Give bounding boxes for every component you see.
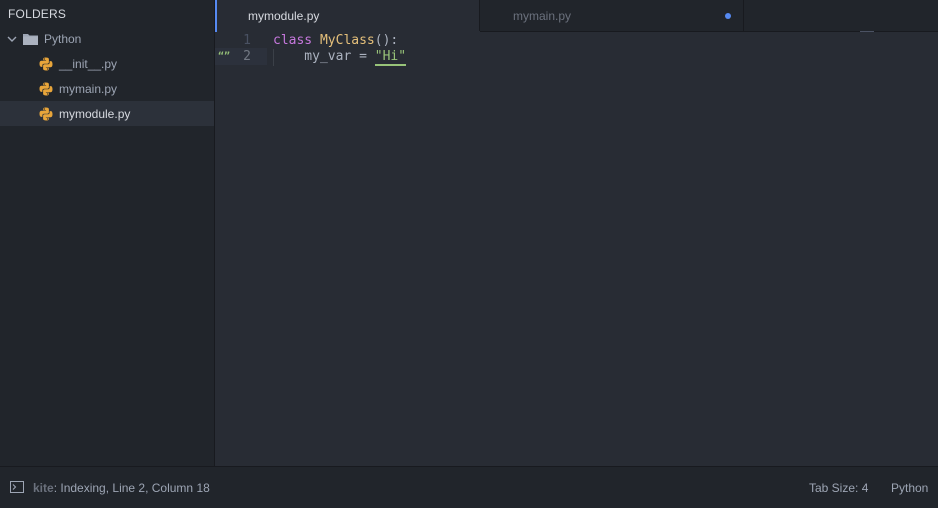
class-name-token: MyClass (319, 33, 375, 48)
file-item-init[interactable]: __init__.py (0, 51, 214, 76)
file-label: __init__.py (59, 56, 118, 71)
folders-header: FOLDERS (8, 7, 67, 21)
terminal-icon[interactable] (10, 481, 24, 493)
status-bar: kite: Indexing, Line 2, Column 18 Tab Si… (0, 466, 938, 508)
tab-label: mymodule.py (248, 9, 320, 23)
line-number-gutter: 1 2 “” (215, 32, 267, 466)
modified-indicator-icon[interactable] (725, 13, 731, 19)
kite-docs-icon[interactable]: “” (218, 48, 230, 65)
chevron-down-icon[interactable] (7, 34, 17, 44)
python-icon (39, 107, 53, 120)
kite-label: kite (33, 481, 54, 495)
folder-row-python[interactable]: Python (0, 27, 214, 51)
code-line-1: class MyClass(): (273, 32, 398, 49)
tab-bar: mymodule.py mymain.py (215, 0, 938, 32)
folder-icon (23, 34, 38, 45)
tab-label: mymain.py (513, 8, 572, 23)
kite-status[interactable]: kite: Indexing, Line 2, Column 18 (33, 481, 210, 495)
punctuation-token: (): (374, 33, 399, 48)
identifier-token: my_var = (273, 49, 375, 64)
status-message: : Indexing, Line 2, Column 18 (53, 481, 210, 495)
python-icon (39, 82, 53, 95)
code-editor[interactable]: 1 2 “” class MyClass(): my_var = "Hi" (215, 32, 926, 466)
python-icon (39, 57, 53, 70)
tab-mymain[interactable]: mymain.py (479, 0, 744, 31)
vertical-scrollbar[interactable] (926, 32, 938, 466)
folder-label: Python (44, 32, 82, 46)
code-line-2: my_var = "Hi" (273, 48, 407, 66)
string-token: "Hi" (374, 49, 407, 66)
tab-mymodule[interactable]: mymodule.py (215, 0, 480, 32)
file-item-mymodule[interactable]: mymodule.py (0, 101, 214, 126)
tree-view: FOLDERS Python __init__.py mymain.py mym… (0, 0, 215, 466)
file-label: mymodule.py (59, 106, 131, 121)
grammar-selector[interactable]: Python (891, 481, 928, 495)
keyword-token: class (273, 33, 313, 48)
tab-size-selector[interactable]: Tab Size: 4 (809, 481, 868, 495)
file-label: mymain.py (59, 81, 118, 96)
file-item-mymain[interactable]: mymain.py (0, 76, 214, 101)
line-number: 1 (243, 33, 251, 48)
